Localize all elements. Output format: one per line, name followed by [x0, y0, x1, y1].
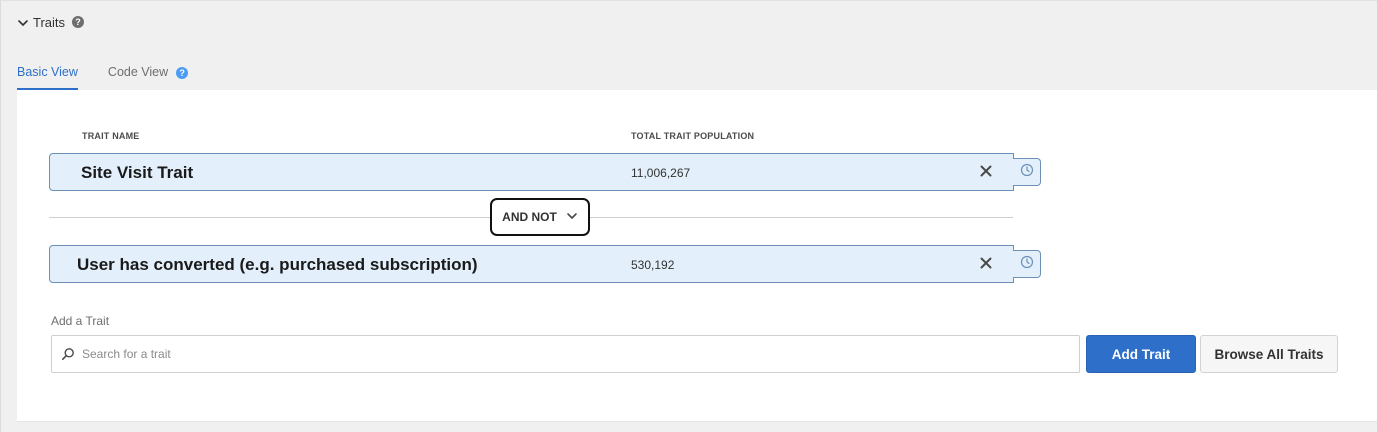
search-input[interactable]	[82, 336, 1072, 372]
basic-view-panel: TRAIT NAME TOTAL TRAIT POPULATION Site V…	[17, 90, 1377, 422]
column-header-total-population: TOTAL TRAIT POPULATION	[631, 131, 755, 141]
recency-button[interactable]	[1013, 158, 1041, 186]
operator-label: AND NOT	[502, 210, 557, 224]
trait-search-box	[51, 335, 1080, 373]
close-icon[interactable]	[978, 163, 994, 179]
clock-icon	[1020, 163, 1034, 182]
trait-name: Site Visit Trait	[81, 163, 194, 182]
browse-all-traits-button[interactable]: Browse All Traits	[1200, 335, 1338, 373]
help-icon[interactable]: ?	[72, 16, 85, 28]
column-header-trait-name: TRAIT NAME	[82, 131, 140, 141]
help-icon[interactable]: ?	[176, 67, 189, 79]
close-icon[interactable]	[978, 255, 994, 271]
section-title: Traits	[33, 14, 66, 30]
tab-label: Code View	[107, 65, 169, 79]
trait-population: 530,192	[631, 258, 675, 272]
view-tabs: Basic View Code View ?	[17, 63, 189, 91]
operator-dropdown[interactable]: AND NOT	[490, 198, 590, 236]
trait-name: User has converted (e.g. purchased subsc…	[77, 255, 478, 274]
traits-section-header[interactable]: Traits ?	[17, 13, 85, 31]
tab-basic-view[interactable]: Basic View	[17, 63, 78, 90]
add-trait-button[interactable]: Add Trait	[1086, 335, 1196, 373]
search-icon	[61, 347, 75, 361]
chevron-down-icon	[17, 16, 29, 28]
recency-button[interactable]	[1013, 250, 1041, 278]
tab-code-view[interactable]: Code View ?	[107, 63, 189, 90]
chevron-down-icon	[566, 210, 578, 225]
add-trait-label: Add a Trait	[51, 314, 110, 328]
traits-section: Traits ? Basic View Code View ? TRAIT NA…	[0, 0, 1377, 432]
trait-row: Site Visit Trait 11,006,267	[49, 153, 1014, 191]
clock-icon	[1020, 255, 1034, 274]
trait-row: User has converted (e.g. purchased subsc…	[49, 245, 1014, 283]
tab-label: Basic View	[17, 65, 78, 79]
trait-population: 11,006,267	[631, 166, 691, 180]
